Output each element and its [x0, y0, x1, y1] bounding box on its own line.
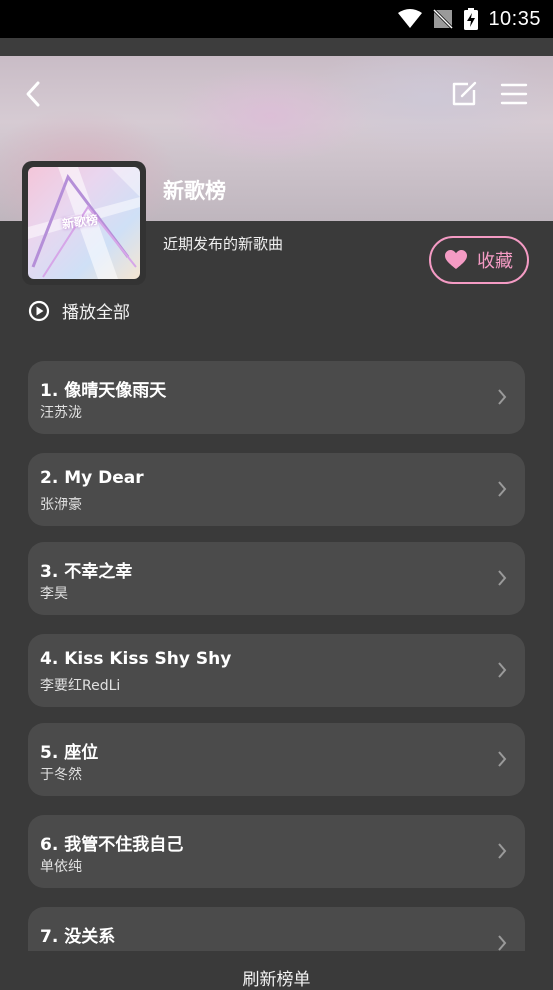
song-item[interactable]: 4. Kiss Kiss Shy Shy 李要红RedLi — [28, 634, 525, 707]
song-item[interactable]: 3. 不幸之幸 李昊 — [28, 542, 525, 615]
status-bar: 10:35 — [0, 0, 553, 38]
heart-icon — [445, 250, 467, 269]
song-title: 5. 座位 — [40, 743, 99, 763]
song-list: 1. 像晴天像雨天 汪苏泷 2. My Dear 张洢豪 3. 不幸之幸 李昊 … — [28, 361, 525, 951]
song-item[interactable]: 5. 座位 于冬然 — [28, 723, 525, 796]
play-all-button[interactable]: 播放全部 — [28, 298, 130, 323]
song-item[interactable]: 6. 我管不住我自己 单依纯 — [28, 815, 525, 888]
chevron-right-icon — [498, 935, 507, 951]
playlist-cover: 新歌榜 — [22, 161, 146, 285]
chevron-right-icon — [498, 843, 507, 859]
favorite-label: 收藏 — [477, 251, 513, 272]
song-title: 2. My Dear — [40, 468, 144, 488]
bottom-bar: 刷新榜单 — [0, 951, 553, 990]
song-artist: 于冬然 — [40, 767, 82, 783]
no-signal-icon — [433, 8, 454, 30]
song-artist: 单依纯 — [40, 859, 82, 875]
song-artist: 李昊 — [40, 586, 68, 602]
song-item[interactable]: 2. My Dear 张洢豪 — [28, 453, 525, 526]
status-time: 10:35 — [488, 7, 541, 30]
song-item[interactable]: 1. 像晴天像雨天 汪苏泷 — [28, 361, 525, 434]
menu-icon — [500, 83, 528, 105]
song-title: 3. 不幸之幸 — [40, 562, 133, 582]
chevron-right-icon — [498, 662, 507, 678]
playlist-description: 近期发布的新歌曲 — [163, 235, 284, 253]
song-title: 1. 像晴天像雨天 — [40, 381, 167, 401]
song-title: 6. 我管不住我自己 — [40, 835, 184, 855]
song-artist: 李要红RedLi — [40, 678, 121, 694]
edit-button[interactable] — [448, 78, 480, 110]
menu-button[interactable] — [498, 78, 530, 110]
favorite-button[interactable]: 收藏 — [429, 236, 529, 284]
back-button[interactable] — [20, 78, 50, 110]
edit-icon — [452, 81, 477, 106]
refresh-chart-button[interactable]: 刷新榜单 — [243, 965, 311, 990]
chevron-left-icon — [26, 81, 40, 107]
chevron-right-icon — [498, 389, 507, 405]
chevron-right-icon — [498, 570, 507, 586]
song-title: 4. Kiss Kiss Shy Shy — [40, 649, 232, 669]
song-item[interactable]: 7. 没关系 — [28, 907, 525, 951]
battery-charging-icon — [464, 8, 479, 30]
song-title: 7. 没关系 — [40, 927, 116, 947]
play-all-label: 播放全部 — [62, 303, 130, 323]
song-artist: 汪苏泷 — [40, 405, 82, 421]
play-circle-icon — [28, 300, 50, 321]
song-artist: 张洢豪 — [40, 497, 82, 513]
cover-art: 新歌榜 — [28, 167, 140, 279]
chevron-right-icon — [498, 751, 507, 767]
header-top-band — [0, 38, 553, 56]
wifi-icon — [398, 9, 423, 28]
playlist-title: 新歌榜 — [163, 179, 226, 203]
chevron-right-icon — [498, 481, 507, 497]
